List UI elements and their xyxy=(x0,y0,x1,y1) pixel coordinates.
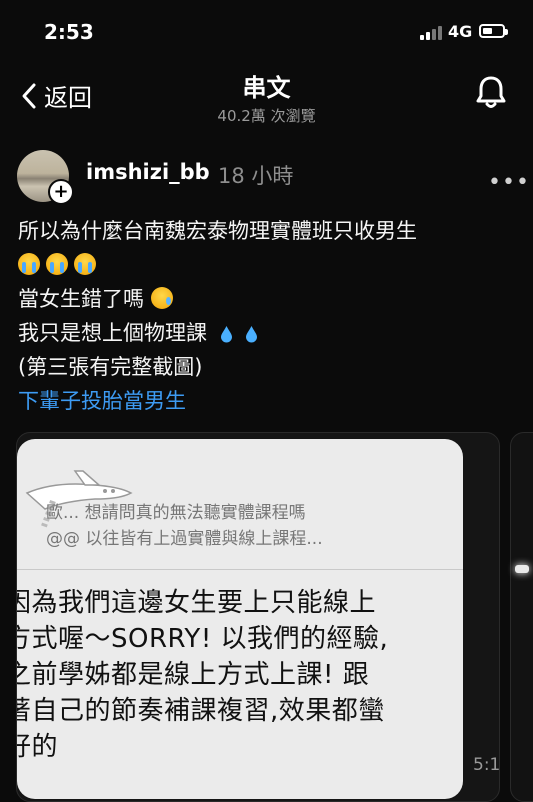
hashtag-link[interactable]: 下輩子投胎當男生 xyxy=(18,384,518,418)
quoted-message-line-1: 歐... 想請問真的無法聽實體課程嗎 xyxy=(46,503,306,523)
post-line-2: 當女生錯了嗎 xyxy=(18,287,144,311)
post-line-2-row: 當女生錯了嗎 xyxy=(18,282,518,316)
bell-icon[interactable] xyxy=(474,74,508,110)
crying-emoji-row xyxy=(18,248,518,282)
post-time: 18 小時 xyxy=(218,164,294,188)
loudly-crying-face-icon xyxy=(46,253,68,275)
next-post-image[interactable] xyxy=(510,432,533,802)
message-timestamp: 5:1 xyxy=(473,755,500,775)
quote-divider xyxy=(17,569,463,570)
post-line-1: 所以為什麼台南魏宏泰物理實體班只收男生 xyxy=(18,219,417,243)
image-highlight xyxy=(515,565,529,573)
reply-line: 好的 xyxy=(17,732,59,762)
post-line-3: 我只是想上個物理課 xyxy=(18,321,207,345)
post-image[interactable]: 因為我們這邊女生要上只能線上 方式喔～SORRY! 以我們的經驗, 之前學姊都是… xyxy=(16,432,500,802)
status-time: 2:53 xyxy=(44,20,94,44)
more-horizontal-icon[interactable]: ••• xyxy=(488,170,530,195)
chat-bubble: 因為我們這邊女生要上只能線上 方式喔～SORRY! 以我們的經驗, 之前學姊都是… xyxy=(17,439,463,799)
network-type: 4G xyxy=(448,22,473,41)
face-holding-back-tears-icon xyxy=(150,287,173,309)
post-line-3-row: 我只是想上個物理課 xyxy=(18,316,518,350)
loudly-crying-face-icon xyxy=(74,253,96,275)
reply-line: 著自己的節奏補課複習,效果都蠻 xyxy=(16,696,385,726)
reply-line: 之前學姊都是線上方式上課! 跟 xyxy=(16,660,370,690)
post-line-4: (第三張有完整截圖) xyxy=(18,355,203,379)
post-body: 所以為什麼台南魏宏泰物理實體班只收男生 當女生錯了嗎 我只是想上個物理課 (第三… xyxy=(18,214,518,418)
battery-icon xyxy=(479,24,508,38)
signal-icon xyxy=(420,26,442,40)
droplet-icon xyxy=(220,326,232,343)
droplet-icon xyxy=(246,326,258,343)
username[interactable]: imshizi_bb xyxy=(86,160,210,184)
status-bar: 2:53 4G xyxy=(0,0,533,64)
follow-plus-icon[interactable]: + xyxy=(48,179,74,205)
quoted-message-line-2: @@ 以往皆有上過實體與線上課程... xyxy=(46,529,323,549)
reply-text: 因為我們這邊女生要上只能線上 方式喔～SORRY! 以我們的經驗, 之前學姊都是… xyxy=(16,585,389,765)
reply-line: 方式喔～SORRY! 以我們的經驗, xyxy=(16,624,389,654)
header-title-block: 串文 40.2萬 次瀏覽 xyxy=(0,68,533,126)
view-count: 40.2萬 次瀏覽 xyxy=(217,107,316,125)
loudly-crying-face-icon xyxy=(18,253,40,275)
page-title: 串文 xyxy=(242,74,291,102)
reply-line: 因為我們這邊女生要上只能線上 xyxy=(16,588,377,618)
